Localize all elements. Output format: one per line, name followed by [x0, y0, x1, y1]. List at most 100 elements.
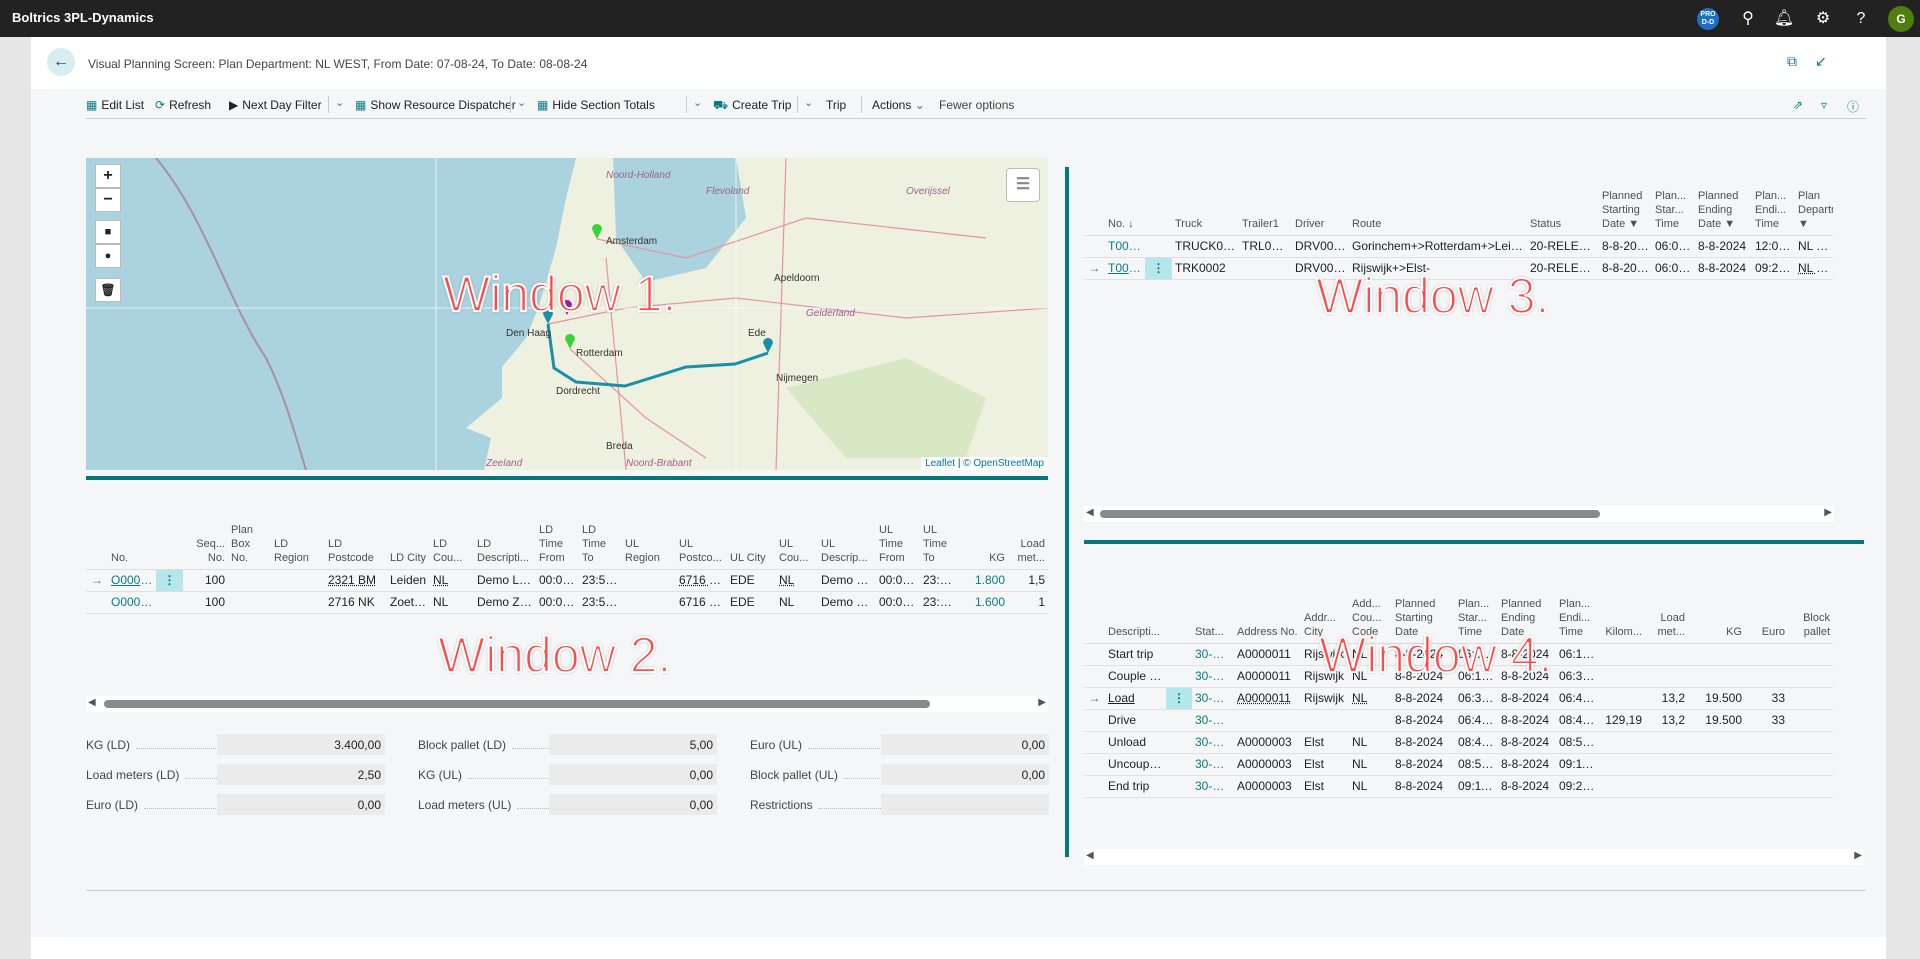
- column-header[interactable]: Plan... Star... Time: [1652, 171, 1695, 236]
- chevron-down-icon[interactable]: ⌄: [335, 96, 344, 109]
- scroll-right-icon[interactable]: ▶: [1824, 507, 1832, 518]
- column-header[interactable]: LD Postcode: [325, 513, 387, 570]
- column-header[interactable]: Kilom...: [1599, 585, 1645, 644]
- link-cell[interactable]: 30-PL...: [1192, 731, 1234, 754]
- link-cell[interactable]: T00003: [1105, 257, 1145, 280]
- scroll-thumb[interactable]: [104, 700, 930, 708]
- leaflet-link[interactable]: Leaflet: [925, 458, 955, 469]
- column-header[interactable]: UL City: [727, 513, 776, 570]
- fewer-options-button[interactable]: Fewer options: [939, 98, 1014, 112]
- column-header[interactable]: UL Descrip...: [818, 513, 876, 570]
- table-row[interactable]: End trip 30-PL... A0000003 Elst NL 8-8-2024 09…: [1084, 775, 1833, 798]
- link-cell[interactable]: 30-PL...: [1192, 687, 1234, 710]
- column-header[interactable]: Trailer1: [1239, 171, 1292, 236]
- search-icon[interactable]: ⚲: [1737, 8, 1759, 30]
- column-header[interactable]: Driver: [1292, 171, 1349, 236]
- edit-list-button[interactable]: ▦ Edit List: [86, 98, 144, 112]
- column-header[interactable]: Plan... Endi... Time: [1556, 585, 1599, 644]
- scroll-left-icon[interactable]: ◀: [88, 697, 96, 708]
- column-header[interactable]: UL Region: [622, 513, 676, 570]
- trips-scrollbar[interactable]: ◀ ▶: [1084, 506, 1834, 522]
- column-header[interactable]: UL Time From: [876, 513, 920, 570]
- column-header[interactable]: UL Postco...: [676, 513, 727, 570]
- stops-scrollbar[interactable]: ◀ ▶: [1084, 849, 1864, 865]
- table-row[interactable]: Unload 30-PL... A0000003 Elst NL 8-8-2024 08:4…: [1084, 731, 1833, 754]
- table-row[interactable]: → O00037 ⋮ 100 2321 BM Leiden NL Demo Lei... 00:…: [86, 569, 1048, 592]
- column-header[interactable]: Planned Starting Date ▼: [1599, 171, 1652, 236]
- link-cell[interactable]: O00037: [108, 569, 156, 592]
- draw-rectangle-button[interactable]: ■: [95, 220, 121, 244]
- collapse-icon[interactable]: ↙: [1815, 53, 1827, 70]
- row-actions-button[interactable]: ⋮: [156, 569, 183, 592]
- link-cell[interactable]: 30-PL...: [1192, 775, 1234, 798]
- show-resource-dispatcher-button[interactable]: ▦ Show Resource Dispatcher: [355, 98, 516, 112]
- row-actions-button[interactable]: ⋮: [1166, 687, 1192, 710]
- column-header[interactable]: Address No.: [1234, 585, 1301, 644]
- bell-icon[interactable]: 🔔︎: [1773, 8, 1795, 30]
- link-cell[interactable]: 30-PL...: [1192, 643, 1234, 666]
- column-header[interactable]: No. ↓: [1105, 171, 1145, 236]
- column-header[interactable]: Block pallet: [1788, 585, 1833, 644]
- table-row[interactable]: Drive 30-PL... 8-8-2024 06:45:... 8-8-2024 08…: [1084, 709, 1833, 732]
- chevron-down-icon[interactable]: ⌄: [693, 96, 702, 109]
- zoom-out-button[interactable]: −: [95, 188, 121, 212]
- scroll-left-icon[interactable]: ◀: [1086, 507, 1094, 518]
- trip-menu-button[interactable]: Trip: [826, 98, 846, 112]
- column-header[interactable]: LD City: [387, 513, 430, 570]
- table-row[interactable]: Uncouple... 30-PL... A0000003 Elst NL 8-8-202…: [1084, 753, 1833, 776]
- column-header[interactable]: No.: [108, 513, 156, 570]
- refresh-button[interactable]: ⟳ Refresh: [155, 98, 211, 112]
- link-cell[interactable]: 1.600: [960, 591, 1008, 614]
- column-header[interactable]: Stat...: [1192, 585, 1234, 644]
- column-header[interactable]: KG: [1688, 585, 1745, 644]
- table-row[interactable]: T00004 TRUCK014 TRL0016 DRV0009 Gorinchem+>R…: [1084, 235, 1833, 258]
- layers-button[interactable]: ☰: [1006, 168, 1040, 202]
- filter-icon[interactable]: ▿: [1821, 98, 1827, 112]
- column-header[interactable]: Seq... No.: [183, 513, 228, 570]
- zoom-in-button[interactable]: +: [95, 164, 121, 188]
- column-header[interactable]: LD Region: [271, 513, 325, 570]
- gear-icon[interactable]: ⚙: [1812, 8, 1834, 30]
- chevron-down-icon[interactable]: ⌄: [517, 96, 526, 109]
- column-header[interactable]: Load met...: [1645, 585, 1688, 644]
- scroll-thumb[interactable]: [1100, 510, 1600, 518]
- info-icon[interactable]: ⓘ: [1847, 98, 1859, 115]
- create-trip-button[interactable]: ⛟ Create Trip: [713, 98, 791, 114]
- link-cell[interactable]: O00038: [108, 591, 156, 614]
- column-header[interactable]: Status: [1527, 171, 1599, 236]
- column-header[interactable]: LD Time To: [579, 513, 622, 570]
- table-row[interactable]: → Load ⋮ 30-PL... A0000011 Rijswijk NL 8-8-2024…: [1084, 687, 1833, 710]
- draw-circle-button[interactable]: ●: [95, 244, 121, 268]
- column-header[interactable]: LD Descripti...: [474, 513, 536, 570]
- column-header[interactable]: Descripti...: [1105, 585, 1166, 644]
- hide-section-totals-button[interactable]: ▦ Hide Section Totals: [537, 98, 655, 112]
- delete-shapes-button[interactable]: 🗑︎: [95, 278, 121, 302]
- link-cell[interactable]: 30-PL...: [1192, 709, 1234, 732]
- column-header[interactable]: Plan Box No.: [228, 513, 271, 570]
- open-new-window-icon[interactable]: ⧉: [1787, 53, 1797, 70]
- column-header[interactable]: Planned Ending Date ▼: [1695, 171, 1752, 236]
- column-header[interactable]: KG: [960, 513, 1008, 570]
- avatar[interactable]: G: [1888, 6, 1914, 32]
- scroll-left-icon[interactable]: ◀: [1086, 850, 1094, 861]
- column-header[interactable]: Plan Departm... ▼: [1795, 171, 1833, 236]
- chevron-down-icon[interactable]: ⌄: [804, 96, 813, 109]
- link-cell[interactable]: 1.800: [960, 569, 1008, 592]
- row-actions-button[interactable]: ⋮: [1145, 257, 1172, 280]
- next-day-filter-button[interactable]: ▶ Next Day Filter: [229, 98, 322, 112]
- column-header[interactable]: Truck: [1172, 171, 1239, 236]
- column-header[interactable]: Load met...: [1008, 513, 1048, 570]
- scroll-right-icon[interactable]: ▶: [1038, 697, 1046, 708]
- link-cell[interactable]: T00004: [1105, 235, 1145, 258]
- column-header[interactable]: LD Cou...: [430, 513, 474, 570]
- link-cell[interactable]: 30-PL...: [1192, 665, 1234, 688]
- column-header[interactable]: LD Time From: [536, 513, 579, 570]
- scroll-right-icon[interactable]: ▶: [1854, 850, 1862, 861]
- column-header[interactable]: Euro: [1745, 585, 1788, 644]
- column-header[interactable]: Plan... Endi... Time: [1752, 171, 1795, 236]
- table-row[interactable]: O00038 100 2716 NK Zoete... NL Demo Zo... 00:0…: [86, 591, 1048, 614]
- actions-menu-button[interactable]: Actions ⌄: [872, 98, 925, 112]
- back-button[interactable]: ←: [47, 48, 75, 76]
- column-header[interactable]: UL Time To: [920, 513, 960, 570]
- environment-badge[interactable]: PRO D-D: [1697, 8, 1719, 30]
